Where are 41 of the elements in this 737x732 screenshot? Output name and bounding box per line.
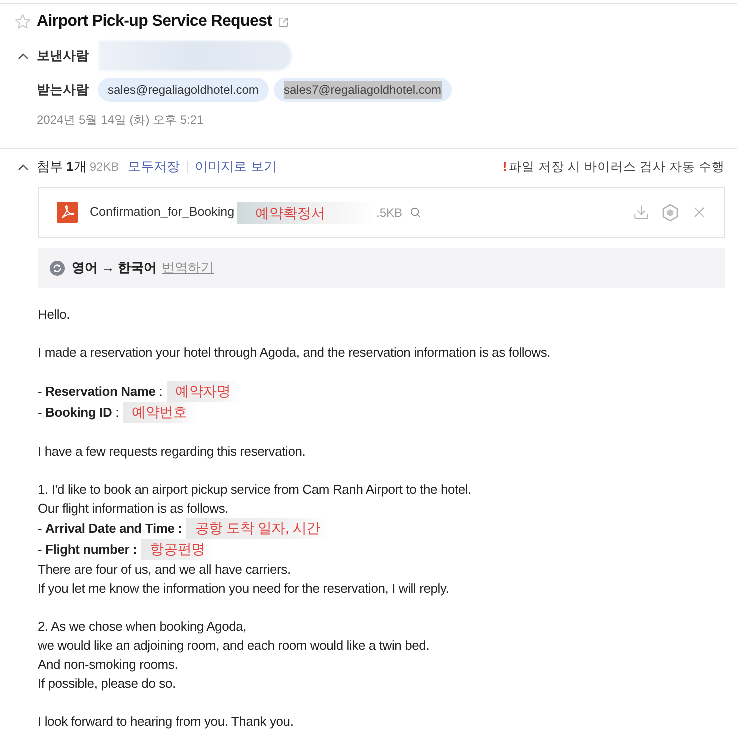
refresh-icon — [50, 260, 65, 276]
star-icon[interactable] — [15, 14, 31, 30]
body-text-line: we would like an adjoining room, and each room would like a twin bed. — [38, 637, 430, 655]
sent-date: 2024년 5월 14일 (화) 오후 5:21 — [37, 112, 204, 129]
attachment-file-name[interactable]: Confirmation_for_Booking — [90, 203, 235, 222]
body-text-line: Our flight information is as follows. — [38, 500, 229, 518]
recipient-chip[interactable]: sales@regaliagoldhotel.com — [98, 78, 269, 102]
body-field-label: - Booking ID : — [38, 404, 119, 422]
body-text-line: 2. As we chose when booking Agoda, — [38, 618, 247, 636]
pdf-file-icon — [57, 202, 78, 223]
attachment-action-link[interactable]: 이미지로 보기 — [195, 157, 277, 177]
body-text-line: I have a few requests regarding this reservation. — [38, 443, 306, 461]
search-icon[interactable] — [410, 207, 421, 218]
attachment-total-size: 92KB — [90, 159, 120, 176]
sender-label: 보낸사람 — [37, 47, 89, 66]
body-text-line: Hello. — [38, 306, 70, 324]
body-text-line: There are four of us, and we all have carriers. — [38, 561, 291, 579]
body-field-label: - Flight number : — [38, 541, 138, 559]
body-text-line: 1. I'd like to book an airport pickup service from Cam Ranh Airport to the hotel. — [38, 481, 472, 499]
attachment-count: 첨부 1개 — [37, 158, 87, 176]
external-link-icon[interactable] — [278, 16, 290, 28]
recipients-label: 받는사람 — [37, 81, 89, 100]
body-text-line: I look forward to hearing from you. Thank you. — [38, 713, 294, 731]
recipient-chip[interactable]: sales7@regaliagoldhotel.com — [274, 78, 452, 102]
body-field-label: - Arrival Date and Time : — [38, 520, 182, 538]
download-icon[interactable] — [633, 204, 650, 221]
attachment-file-size: .5KB — [376, 204, 403, 222]
email-subject: Airport Pick-up Service Request — [37, 12, 272, 32]
body-text-line: If you let me know the information you need for the reservation, I will reply. — [38, 580, 450, 598]
body-text-line: If possible, please do so. — [38, 675, 176, 693]
chevron-up-icon[interactable] — [18, 164, 29, 170]
translation-languages: 영어 → 한국어 — [72, 259, 158, 278]
hexagon-icon[interactable] — [662, 204, 679, 222]
virus-scan-notice: 파일 저장 시 바이러스 검사 자동 수행 — [509, 158, 725, 176]
body-text-line: And non-smoking rooms. — [38, 656, 178, 674]
body-text-line: I made a reservation your hotel through Agoda, and the reservation information is as follows. — [38, 344, 551, 362]
body-field-label: - Reservation Name : — [38, 383, 163, 401]
translate-link[interactable]: 번역하기 — [162, 258, 214, 278]
attachment-action-link[interactable]: 모두저장 — [128, 157, 180, 177]
chevron-up-icon[interactable] — [18, 52, 29, 60]
alert-mark: ! — [502, 158, 508, 176]
